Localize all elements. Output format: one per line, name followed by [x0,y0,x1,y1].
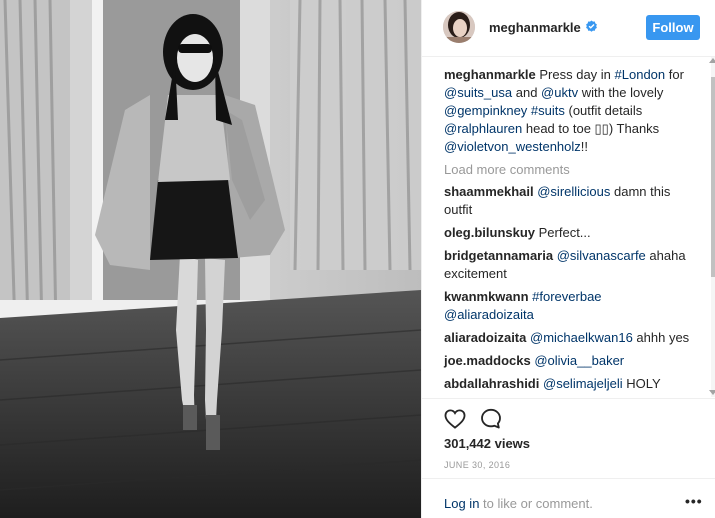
login-link[interactable]: Log in [444,496,479,511]
mention-link[interactable]: @sirellicious [537,184,610,199]
mention-link[interactable]: @selimajeljeli [543,376,623,391]
instagram-post: meghanmarkle Follow meghanmarkle Press d… [0,0,715,518]
comment-item: joe.maddocks @olivia__baker [444,352,694,370]
post-header: meghanmarkle Follow [422,0,715,57]
text-fragment: and [512,85,542,100]
verified-badge-icon [586,20,597,32]
heart-icon[interactable] [444,409,466,429]
text-fragment: with the lovely [578,85,664,100]
comment-username[interactable]: aliaradoizaita [444,330,526,345]
comment-username[interactable]: oleg.bilunskuy [444,225,535,240]
text-fragment: for [665,67,684,82]
hashtag-link[interactable]: #foreverbae [532,289,601,304]
scroll-down-arrow-icon[interactable] [709,390,715,395]
text-fragment: ahhh yes [632,330,690,345]
hashtag-link[interactable]: #suits [531,103,565,118]
mention-link[interactable]: @michaelkwan16 [530,330,633,345]
view-count[interactable]: 301,442 views [444,436,530,451]
post-footer: Log in to like or comment. ••• [422,478,715,518]
scrollbar-thumb[interactable] [711,77,715,277]
more-options-icon[interactable]: ••• [685,494,703,508]
author-avatar[interactable] [443,11,475,43]
comment-item: abdallahrashidi @selimajeljeli HOLY SHII… [444,375,694,396]
comments-list[interactable]: meghanmarkle Press day in #London for @s… [422,66,715,396]
mention-link[interactable]: @olivia__baker [534,353,624,368]
mention-link[interactable]: @aliaradoizaita [444,307,534,322]
post-caption: meghanmarkle Press day in #London for @s… [444,66,694,156]
load-more-comments-button[interactable]: Load more comments [444,162,700,177]
comment-item: kwanmkwann #foreverbae @aliaradoizaita [444,288,694,324]
comment-username[interactable]: shaammekhail [444,184,534,199]
speech-bubble-icon[interactable] [480,408,502,430]
comment-username[interactable]: abdallahrashidi [444,376,539,391]
mention-link[interactable]: @silvanascarfe [557,248,646,263]
comment-username[interactable]: joe.maddocks [444,353,531,368]
mention-link[interactable]: @gempinkney [444,103,527,118]
comment-item: aliaradoizaita @michaelkwan16 ahhh yes [444,329,694,347]
post-photo[interactable] [0,0,421,518]
text-fragment: (outfit details [564,103,643,118]
comment-item: bridgetannamaria @silvanascarfe ahaha ex… [444,247,694,283]
author-username[interactable]: meghanmarkle [489,20,581,35]
text-fragment: Press day in [535,67,615,82]
mention-link[interactable]: @uktv [541,85,578,100]
comment-username[interactable]: bridgetannamaria [444,248,553,263]
comment-item: shaammekhail @sirellicious damn this out… [444,183,694,219]
hashtag-link[interactable]: #London [615,67,666,82]
login-prompt-text: to like or comment. [479,496,593,511]
login-prompt: Log in to like or comment. [444,496,593,511]
post-photo-image [0,0,421,518]
comment-item: oleg.bilunskuy Perfect... [444,224,694,242]
mention-link[interactable]: @violetvon_westenholz [444,139,581,154]
scroll-up-arrow-icon[interactable] [709,58,715,63]
text-fragment: head to toe ▯▯) Thanks [522,121,660,136]
follow-button[interactable]: Follow [646,15,700,40]
mention-link[interactable]: @ralphlauren [444,121,522,136]
mention-link[interactable]: @suits_usa [444,85,512,100]
comments-scrollbar[interactable] [711,57,715,397]
post-sidebar: meghanmarkle Follow meghanmarkle Press d… [421,0,715,518]
text-fragment: !! [580,139,589,154]
post-actions [422,398,715,438]
comment-username[interactable]: kwanmkwann [444,289,529,304]
text-fragment: Perfect... [535,225,591,240]
caption-username[interactable]: meghanmarkle [444,67,536,82]
post-date[interactable]: JUNE 30, 2016 [444,460,510,470]
